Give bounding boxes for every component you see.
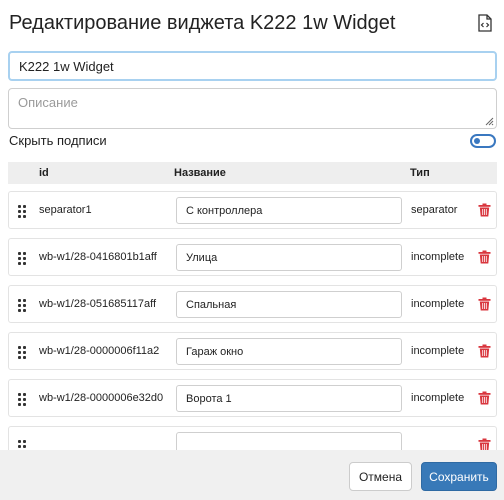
drag-handle-icon[interactable] xyxy=(18,299,26,312)
row-name-input[interactable] xyxy=(176,338,402,365)
row-type: incomplete xyxy=(411,251,465,263)
drag-handle-icon[interactable] xyxy=(18,393,26,406)
row-name-input[interactable] xyxy=(176,197,402,224)
table-row xyxy=(8,426,497,450)
trash-icon[interactable] xyxy=(478,250,491,264)
save-button[interactable]: Сохранить xyxy=(421,462,497,491)
trash-icon[interactable] xyxy=(478,297,491,311)
drag-handle-icon[interactable] xyxy=(18,346,26,359)
row-name-input[interactable] xyxy=(176,244,402,271)
row-id: wb-w1/28-051685117aff xyxy=(39,298,157,310)
row-type: incomplete xyxy=(411,345,465,357)
row-name-input[interactable] xyxy=(176,385,402,412)
row-name-input[interactable] xyxy=(176,432,402,450)
table-body: separator1 separator wb-w1/28-0416801b1a… xyxy=(0,0,504,450)
drag-handle-icon[interactable] xyxy=(18,440,26,450)
table-row: wb-w1/28-0000006f11a2 incomplete xyxy=(8,332,497,370)
drag-handle-icon[interactable] xyxy=(18,252,26,265)
row-name-input[interactable] xyxy=(176,291,402,318)
row-type: separator xyxy=(411,204,458,216)
row-id: wb-w1/28-0416801b1aff xyxy=(39,251,157,263)
cancel-button[interactable]: Отмена xyxy=(349,462,412,491)
row-type: incomplete xyxy=(411,392,465,404)
row-id: wb-w1/28-0000006e32d0 xyxy=(39,392,164,404)
table-row: wb-w1/28-0416801b1aff incomplete xyxy=(8,238,497,276)
table-row: wb-w1/28-0000006e32d0 incomplete xyxy=(8,379,497,417)
drag-handle-icon[interactable] xyxy=(18,205,26,218)
trash-icon[interactable] xyxy=(478,344,491,358)
row-id: separator1 xyxy=(39,204,92,216)
table-row: wb-w1/28-051685117aff incomplete xyxy=(8,285,497,323)
dialog-footer: Отмена Сохранить xyxy=(0,450,504,500)
row-id: wb-w1/28-0000006f11a2 xyxy=(39,345,160,357)
trash-icon[interactable] xyxy=(478,391,491,405)
trash-icon[interactable] xyxy=(478,438,491,450)
table-row: separator1 separator xyxy=(8,191,497,229)
row-type: incomplete xyxy=(411,298,465,310)
trash-icon[interactable] xyxy=(478,203,491,217)
